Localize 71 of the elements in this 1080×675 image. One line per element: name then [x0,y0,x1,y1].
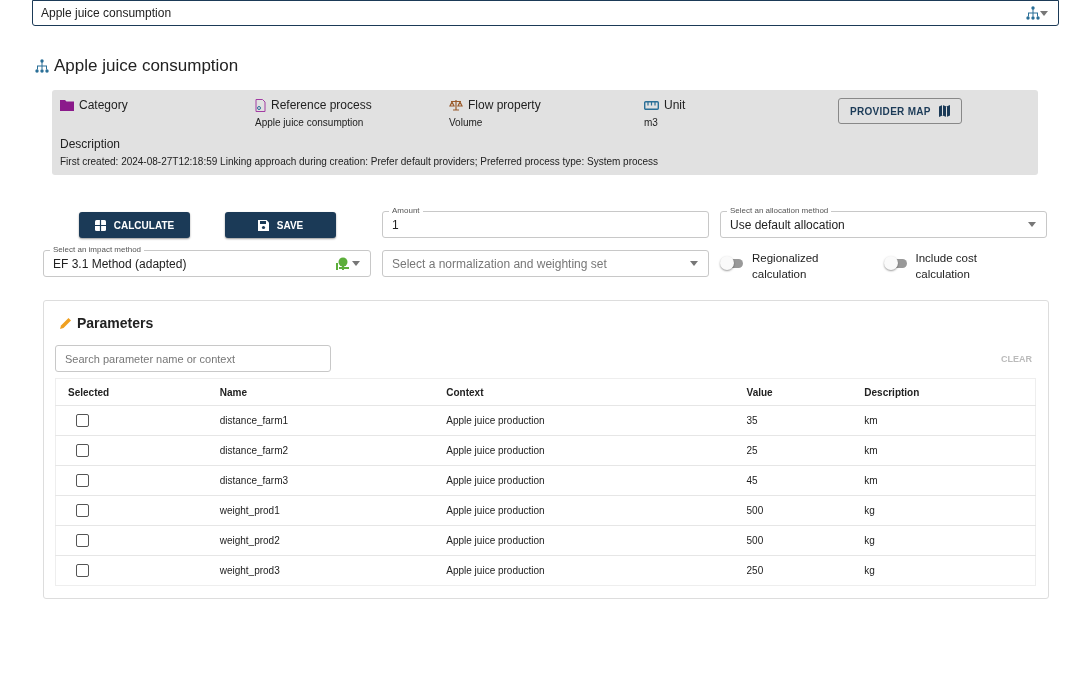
hierarchy-icon [1026,6,1040,20]
hierarchy-icon [35,59,49,73]
caret-icon [690,261,698,266]
field-label: Category [79,98,128,112]
field-value: m3 [644,117,659,128]
checkbox[interactable] [76,504,89,517]
table-cell: Apple juice production [446,505,545,516]
checkbox[interactable] [76,564,89,577]
normalization-dropdown[interactable]: Select a normalization and weighting set [382,250,709,277]
table-cell: Apple juice production [446,535,545,546]
description-label: Description [60,137,122,151]
document-icon [255,98,266,112]
page-title: Apple juice consumption [54,56,239,76]
toggle-label: Include cost calculation [915,251,978,282]
table-cell: Apple juice production [446,415,545,426]
table-cell: 250 [746,565,764,576]
toggle-switch[interactable] [883,256,908,270]
card-title: Parameters [77,315,154,331]
map-icon [938,105,950,117]
table-cell: km [864,415,878,426]
table-cell: 35 [746,415,758,426]
folder-icon [60,99,74,111]
save-button[interactable]: SAVE [225,212,336,238]
field-value: Volume [449,117,484,128]
table-cell: Apple juice production [446,475,545,486]
checkbox[interactable] [76,474,89,487]
field-value: Apple juice consumption [255,117,365,128]
field-label: Unit [664,98,686,112]
table-cell: km [864,475,878,486]
description-text: First created: 2024-08-27T12:18:59 Linking approach during creation: Prefer default providers; Preferred process type: System process [60,156,660,167]
calculate-button[interactable]: CALCULATE [79,212,190,238]
table-cell: kg [864,505,875,516]
checkbox[interactable] [76,444,89,457]
table-cell: distance_farm2 [219,445,289,456]
table-cell: distance_farm1 [219,415,289,426]
provider-map-button[interactable]: PROVIDER MAP [838,98,962,124]
column-header: Selected [68,386,110,398]
pencil-icon [60,317,72,329]
product-system-field[interactable]: Apple juice consumption [32,0,1059,26]
caret-icon [1028,222,1036,227]
table-cell: weight_prod2 [219,535,280,546]
table-cell: kg [864,565,875,576]
ruler-icon [644,100,659,110]
caret-icon [1040,10,1048,16]
calculator-icon [94,219,106,231]
table-cell: 45 [746,475,758,486]
field-label: Reference process [271,98,372,112]
table-cell: 25 [746,445,758,456]
table-cell: 500 [746,535,764,546]
table-cell: distance_farm3 [219,475,289,486]
table-cell: kg [864,535,875,546]
column-header: Context [446,386,484,398]
tree-icon [335,257,349,270]
table-cell: weight_prod1 [219,505,280,516]
search-field[interactable]: Search parameter name or context [55,345,331,372]
table-cell: weight_prod3 [219,565,280,576]
table-cell: Apple juice production [446,445,545,456]
checkbox[interactable] [76,534,89,547]
column-header: Value [746,386,773,398]
checkbox[interactable] [76,414,89,427]
scale-icon [449,99,463,111]
table-cell: 500 [746,505,764,516]
toggle-switch[interactable] [720,256,744,270]
toggle-label: Regionalized calculation [752,251,820,282]
table-cell: km [864,445,878,456]
column-header: Description [864,386,920,398]
column-header: Name [219,386,247,398]
field-label: Flow property [468,98,541,112]
caret-icon [352,261,360,266]
save-icon [257,219,269,231]
table-cell: Apple juice production [446,565,545,576]
